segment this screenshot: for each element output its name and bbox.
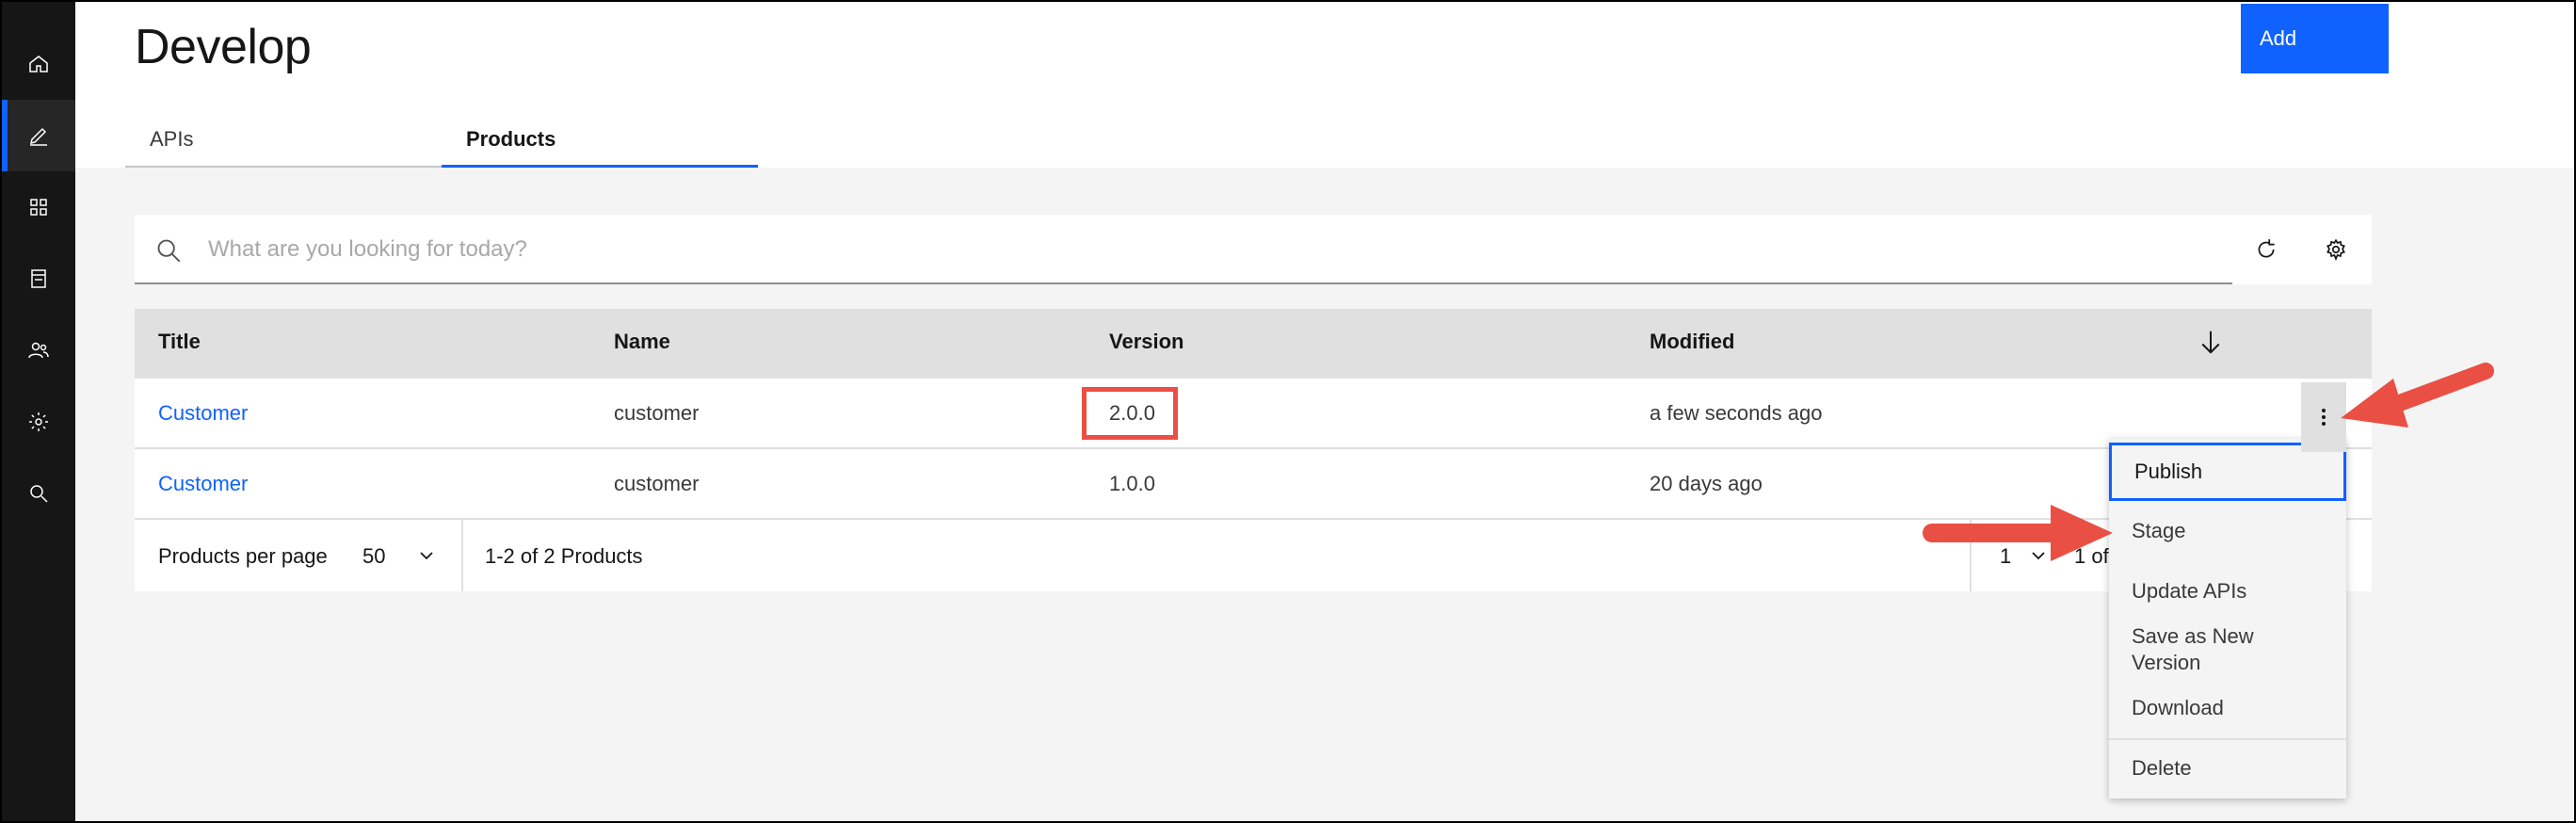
nav-search[interactable] — [2, 458, 75, 529]
edit-icon — [29, 127, 47, 146]
menu-item-stage[interactable]: Stage — [2109, 518, 2346, 544]
annotation-arrow-stage — [1923, 505, 2113, 561]
home-icon — [29, 56, 48, 73]
apps-icon — [30, 199, 47, 216]
nav-catalog[interactable] — [2, 243, 75, 315]
menu-item-delete[interactable]: Delete — [2109, 755, 2346, 782]
arrow-down-icon[interactable] — [2197, 328, 2225, 356]
product-name: customer — [614, 472, 700, 495]
table-row[interactable]: Customer customer 2.0.0 a few seconds ag… — [135, 379, 2372, 449]
product-name: customer — [614, 401, 700, 425]
menu-item-save-new-version[interactable]: Save as New Version — [2109, 623, 2297, 676]
pagination-divider — [461, 520, 463, 591]
gear-icon — [2326, 238, 2345, 261]
product-version: 1.0.0 — [1109, 472, 1155, 495]
nav-settings[interactable] — [2, 386, 75, 458]
chevron-down-icon[interactable] — [417, 546, 436, 565]
menu-divider — [2109, 738, 2346, 740]
search-input[interactable] — [206, 230, 1999, 269]
table-settings-button[interactable] — [2300, 215, 2372, 284]
refresh-button[interactable] — [2232, 215, 2300, 284]
search-icon — [30, 485, 48, 503]
menu-item-update-apis[interactable]: Update APIs — [2109, 578, 2346, 605]
product-title-link[interactable]: Customer — [158, 472, 248, 496]
nav-home[interactable] — [2, 28, 75, 100]
settings-icon — [29, 412, 48, 431]
column-header-title[interactable]: Title — [158, 330, 201, 354]
menu-item-download[interactable]: Download — [2109, 695, 2346, 721]
page-title: Develop — [135, 20, 312, 74]
version-highlight-box — [1082, 387, 1178, 440]
product-title-link[interactable]: Customer — [158, 401, 248, 426]
refresh-icon — [2258, 239, 2275, 258]
item-range-text: 1-2 of 2 Products — [485, 544, 643, 568]
overflow-menu-icon — [2322, 409, 2326, 426]
nav-apps[interactable] — [2, 171, 75, 243]
products-table: Title Name Version Modified Customer cus… — [135, 309, 2372, 591]
nav-develop[interactable] — [2, 100, 75, 171]
table-header: Title Name Version Modified — [135, 309, 2372, 379]
product-modified: a few seconds ago — [1650, 401, 1823, 425]
tab-apis[interactable]: APIs — [125, 115, 442, 168]
side-nav-rail — [2, 2, 75, 821]
tab-products[interactable]: Products — [442, 115, 758, 168]
annotation-arrow-overflow — [2341, 363, 2494, 428]
items-per-page-label: Products per page — [158, 544, 328, 568]
column-header-version[interactable]: Version — [1109, 330, 1183, 354]
items-per-page-select[interactable]: 50 — [362, 544, 385, 569]
product-modified: 20 days ago — [1650, 472, 1763, 495]
user-group-icon — [28, 342, 49, 359]
column-header-name[interactable]: Name — [614, 330, 670, 354]
column-header-modified[interactable]: Modified — [1650, 330, 1734, 354]
search-bar — [135, 215, 2232, 284]
catalog-icon — [31, 269, 46, 288]
overflow-menu: Publish Stage Update APIs Save as New Ve… — [2109, 439, 2346, 799]
search-icon — [157, 239, 181, 263]
nav-members[interactable] — [2, 315, 75, 386]
add-button[interactable]: Add — [2241, 4, 2389, 73]
